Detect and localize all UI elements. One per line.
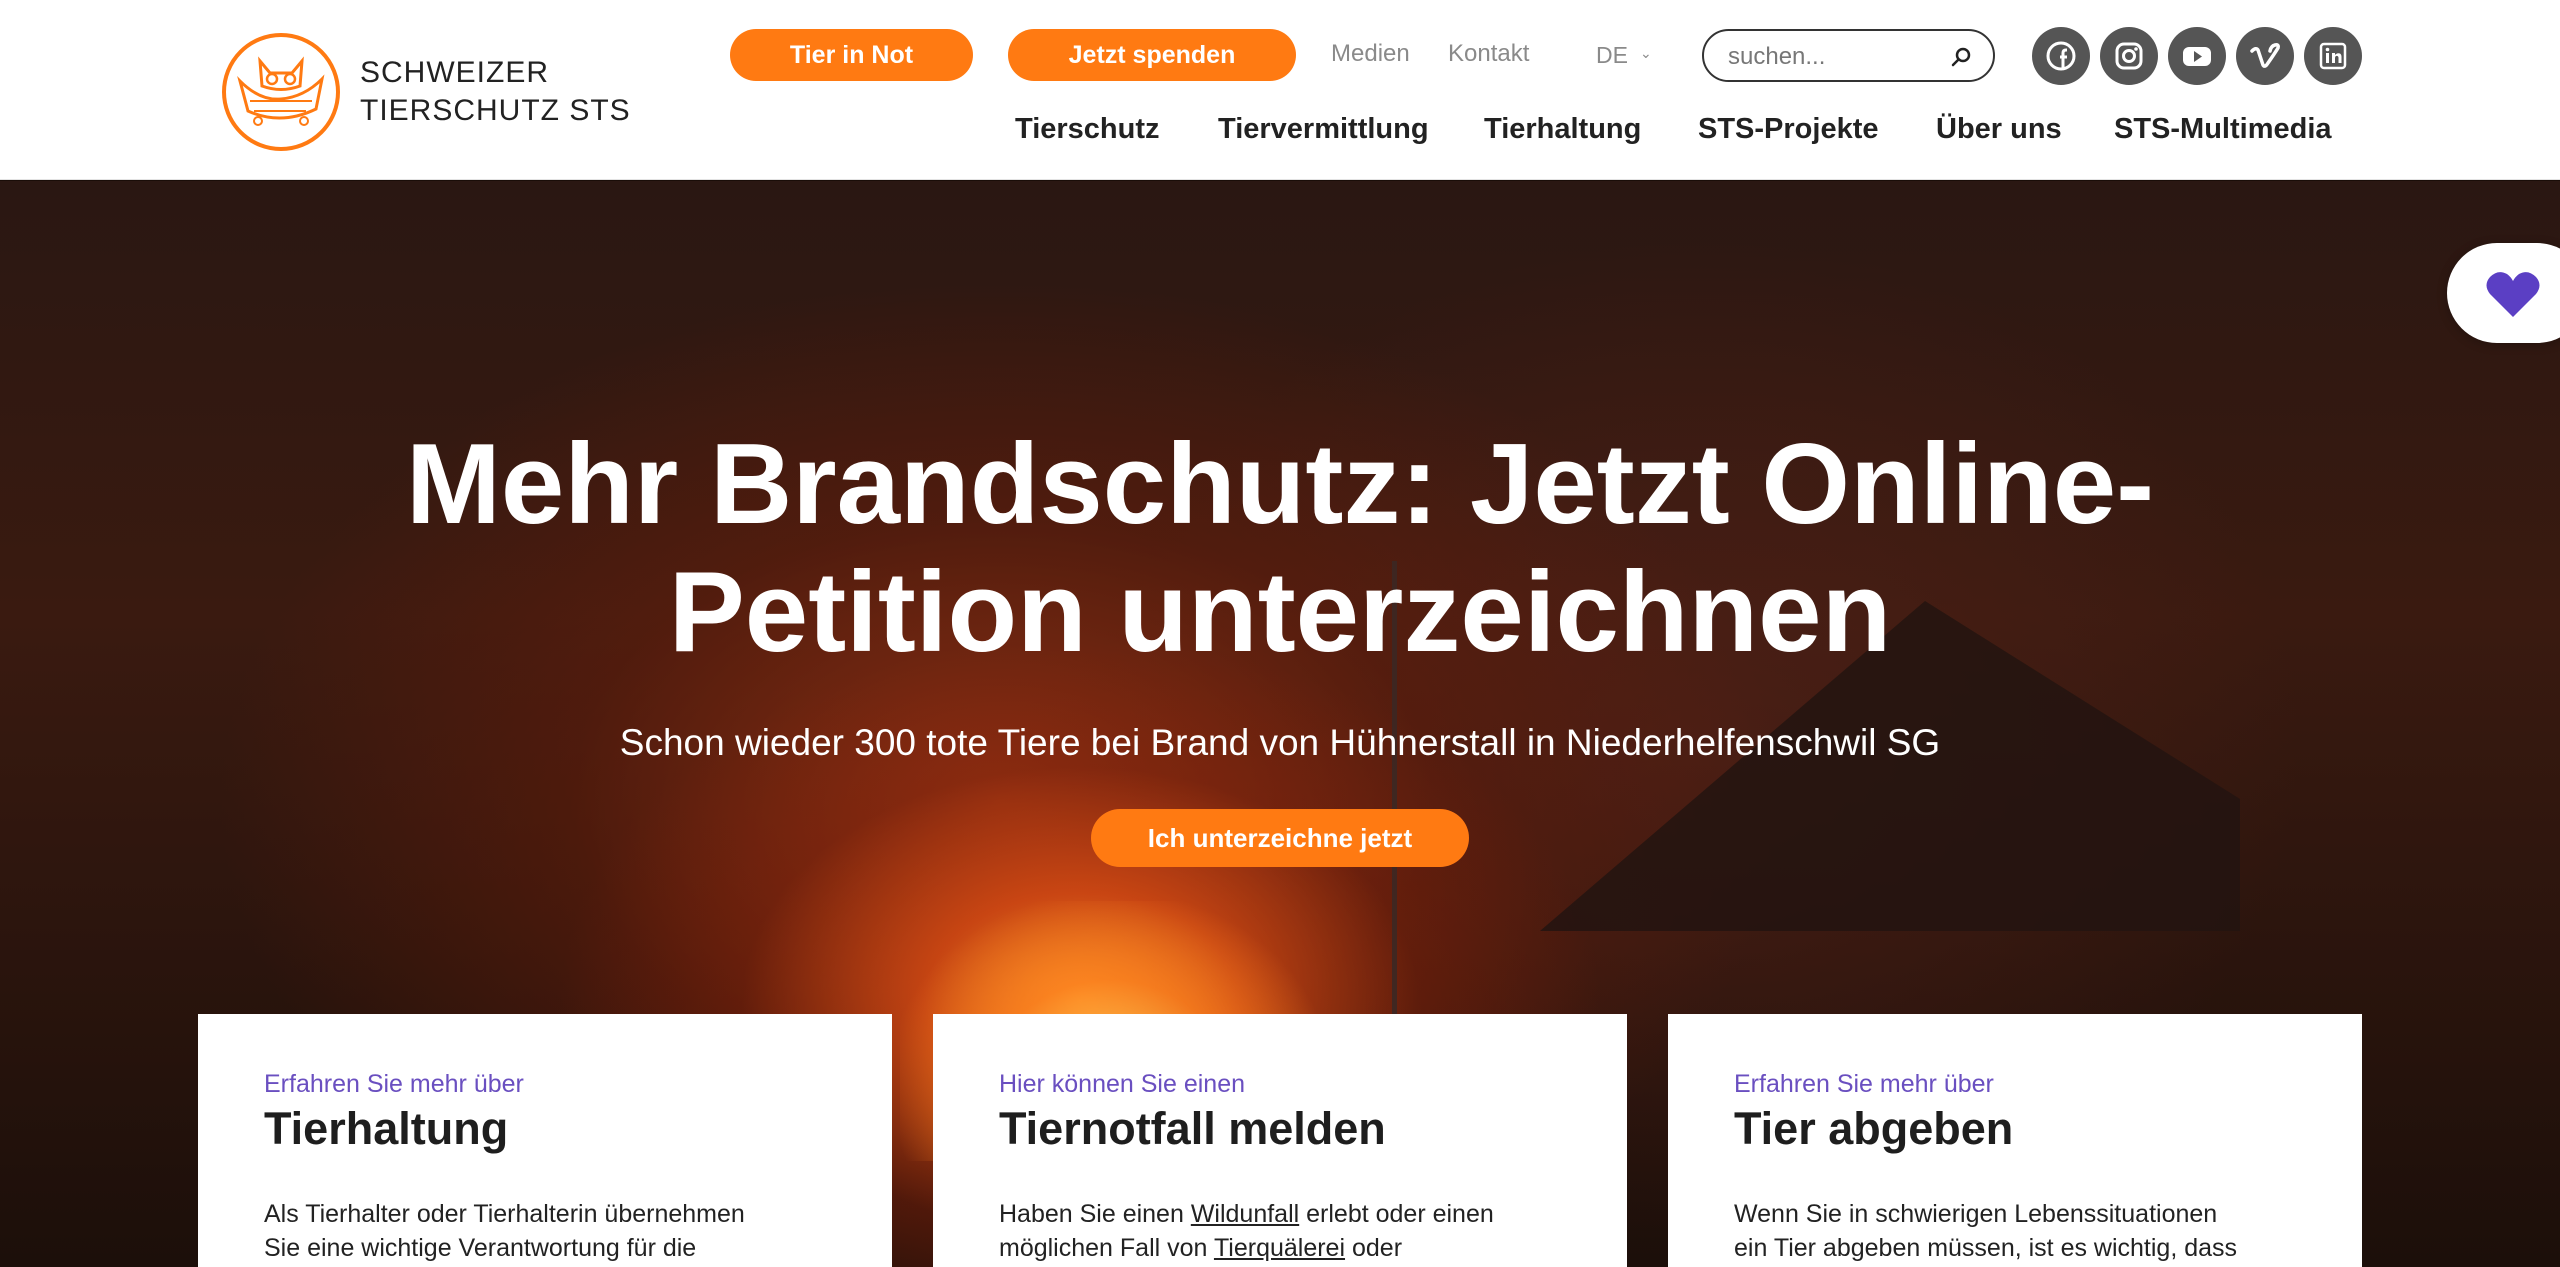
site-header: SCHWEIZER TIERSCHUTZ STS Tier in Not Jet…	[0, 0, 2560, 180]
favorites-tab[interactable]	[2447, 243, 2560, 343]
card-tiernotfall[interactable]: Hier können Sie einen Tiernotfall melden…	[933, 1014, 1627, 1267]
nav-sts-projekte[interactable]: STS-Projekte	[1698, 113, 1879, 146]
sign-petition-button[interactable]: Ich unterzeichne jetzt	[1091, 809, 1469, 867]
card-text: Wenn Sie in schwierigen Lebenssituatione…	[1734, 1197, 2296, 1265]
card-text-line-2: ein Tier abgeben müssen, ist es wichtig,…	[1734, 1234, 2238, 1262]
card-text: Haben Sie einen Wildunfall erlebt oder e…	[999, 1197, 1561, 1265]
nav-tiervermittlung[interactable]: Tiervermittlung	[1218, 113, 1429, 146]
nav-tierschutz[interactable]: Tierschutz	[1015, 113, 1160, 146]
card-title: Tierhaltung	[264, 1103, 509, 1154]
hero-subtitle: Schon wieder 300 tote Tiere bei Brand vo…	[619, 722, 1941, 763]
card-text-line-1: Wenn Sie in schwierigen Lebenssituatione…	[1734, 1200, 2218, 1228]
card-text: Als Tierhalter oder Tierhalterin überneh…	[264, 1197, 826, 1265]
linkedin-icon	[2319, 42, 2347, 70]
owl-logo-icon	[222, 33, 340, 151]
search-box	[1702, 29, 1995, 82]
logo-line-2: TIERSCHUTZ STS	[360, 94, 631, 127]
chevron-down-icon: ⌄	[1639, 45, 1652, 61]
card-text-part: möglichen Fall von	[999, 1234, 1214, 1262]
card-text-line-1: Als Tierhalter oder Tierhalterin überneh…	[264, 1200, 745, 1228]
instagram-link[interactable]	[2100, 27, 2158, 85]
language-selector[interactable]: DE ⌄	[1596, 42, 1652, 69]
card-tierhaltung[interactable]: Erfahren Sie mehr über Tierhaltung Als T…	[198, 1014, 892, 1267]
card-text-part: oder	[1345, 1234, 1403, 1262]
logo-text: SCHWEIZER TIERSCHUTZ STS	[360, 54, 631, 130]
card-text-part: Haben Sie einen	[999, 1200, 1191, 1228]
heart-icon	[2486, 272, 2540, 317]
tierquaelerei-link[interactable]: Tierquälerei	[1214, 1234, 1345, 1262]
vimeo-link[interactable]	[2236, 27, 2294, 85]
card-title: Tier abgeben	[1734, 1103, 2014, 1154]
card-tier-abgeben[interactable]: Erfahren Sie mehr über Tier abgeben Wenn…	[1668, 1014, 2362, 1267]
nav-sts-multimedia[interactable]: STS-Multimedia	[2114, 113, 2332, 146]
facebook-link[interactable]	[2032, 27, 2090, 85]
hero-title-line-1: Mehr Brandschutz: Jetzt Online-	[405, 421, 2155, 548]
vimeo-icon	[2250, 43, 2280, 68]
nav-ueber-uns[interactable]: Über uns	[1936, 113, 2062, 146]
card-text-line-2: Sie eine wichtige Verantwortung für die	[264, 1234, 697, 1262]
card-kicker: Hier können Sie einen	[999, 1070, 1245, 1098]
tier-in-not-button[interactable]: Tier in Not	[730, 29, 973, 81]
nav-tierhaltung[interactable]: Tierhaltung	[1484, 113, 1641, 146]
hero-title-line-2: Petition unterzeichnen	[668, 549, 1892, 676]
card-kicker: Erfahren Sie mehr über	[264, 1070, 524, 1098]
logo-line-1: SCHWEIZER	[360, 56, 549, 89]
kontakt-link[interactable]: Kontakt	[1448, 40, 1529, 68]
linkedin-link[interactable]	[2304, 27, 2362, 85]
language-label: DE	[1596, 42, 1628, 68]
instagram-icon	[2115, 42, 2143, 70]
youtube-icon	[2183, 47, 2211, 66]
card-text-part: erlebt oder einen	[1299, 1200, 1494, 1228]
logo[interactable]: SCHWEIZER TIERSCHUTZ STS	[220, 31, 631, 153]
youtube-link[interactable]	[2168, 27, 2226, 85]
search-input[interactable]	[1728, 43, 1948, 71]
hero-title: Mehr Brandschutz: Jetzt Online- Petition…	[280, 421, 2280, 677]
medien-link[interactable]: Medien	[1331, 40, 1410, 68]
facebook-icon	[2046, 41, 2076, 71]
jetzt-spenden-button[interactable]: Jetzt spenden	[1008, 29, 1296, 81]
card-title: Tiernotfall melden	[999, 1103, 1386, 1154]
wildunfall-link[interactable]: Wildunfall	[1191, 1200, 1299, 1228]
card-kicker: Erfahren Sie mehr über	[1734, 1070, 1994, 1098]
search-icon[interactable]	[1949, 45, 1973, 69]
